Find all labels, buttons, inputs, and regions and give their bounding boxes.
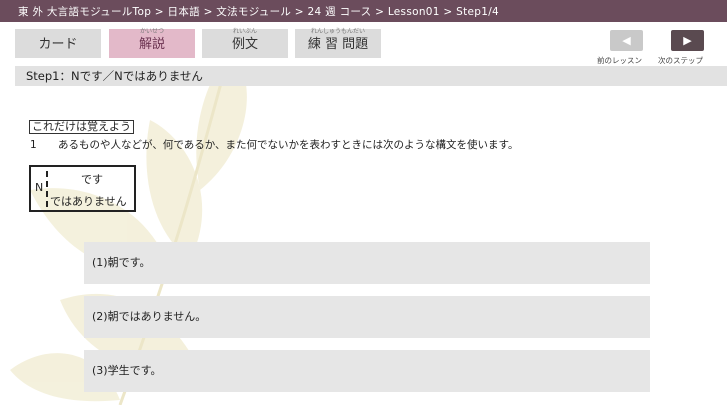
rule-number: 1 bbox=[30, 139, 37, 151]
previous-lesson-button[interactable]: ◀ bbox=[610, 30, 643, 51]
next-step-label: 次のステップ bbox=[658, 56, 703, 65]
next-step-button[interactable]: ▶ bbox=[671, 30, 704, 51]
tab-ruby: れんしゅうもんだい bbox=[310, 28, 365, 35]
pattern-noun: N bbox=[35, 181, 44, 194]
tab-card[interactable]: カード bbox=[15, 29, 101, 58]
triangle-left-icon: ◀ bbox=[622, 34, 631, 47]
navigation-row: カード かいせつ 解説 れいぶん 例文 れんしゅうもんだい 練 習 問題 ◀ 前… bbox=[0, 22, 727, 66]
main-content: これだけは覚えよう 1 あるものや人などが、何であるか、また何でないかを表わすと… bbox=[0, 86, 727, 405]
tab-label: 練 習 問題 bbox=[307, 37, 369, 52]
tab-label: 解説 bbox=[138, 37, 165, 52]
tab-practice[interactable]: れんしゅうもんだい 練 習 問題 bbox=[295, 28, 381, 58]
pattern-negative: ではありません bbox=[50, 195, 127, 208]
tab-explanation[interactable]: かいせつ 解説 bbox=[109, 28, 195, 58]
triangle-right-icon: ▶ bbox=[683, 34, 692, 47]
pattern-divider bbox=[46, 171, 48, 207]
breadcrumb: 東 外 大言語モジュールTop > 日本語 > 文法モジュール > 24 週 コ… bbox=[0, 0, 727, 22]
example-item[interactable]: (3)学生です。 bbox=[84, 350, 650, 392]
tab-label: 例文 bbox=[231, 37, 258, 52]
pattern-affirmative: です bbox=[81, 173, 103, 186]
memo-title: これだけは覚えよう bbox=[29, 120, 134, 134]
grammar-pattern-box: N です ではありません bbox=[29, 165, 136, 212]
step-title: Step1：Nです／Nではありません bbox=[15, 66, 727, 86]
tab-example-sentences[interactable]: れいぶん 例文 bbox=[202, 28, 288, 58]
previous-lesson-label: 前のレッスン bbox=[597, 56, 642, 65]
tab-ruby: かいせつ bbox=[139, 28, 164, 35]
rule-line: 1 あるものや人などが、何であるか、また何でないかを表わすときには次のような構文… bbox=[30, 137, 518, 152]
tab-ruby: れいぶん bbox=[232, 28, 257, 35]
rule-text: あるものや人などが、何であるか、また何でないかを表わすときには次のような構文を使… bbox=[58, 139, 519, 151]
tab-label: カード bbox=[38, 37, 78, 52]
example-item[interactable]: (1)朝です。 bbox=[84, 242, 650, 284]
example-item[interactable]: (2)朝ではありません。 bbox=[84, 296, 650, 338]
